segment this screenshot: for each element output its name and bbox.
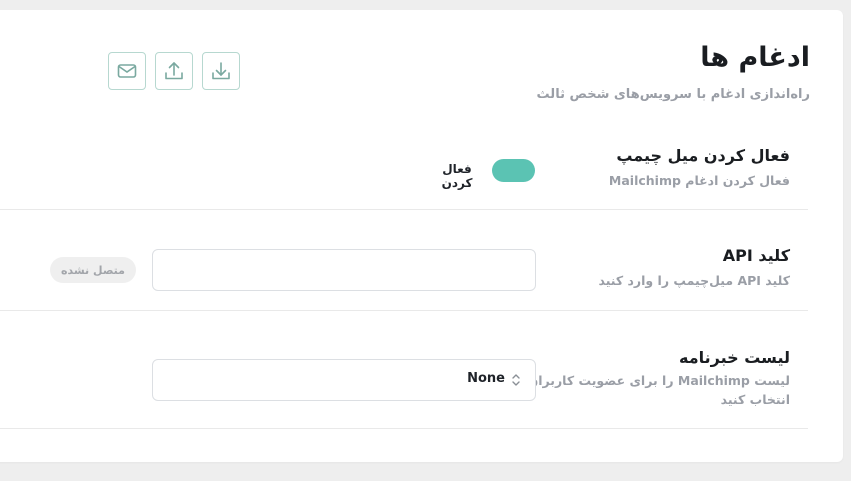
chevron-up-down-icon (511, 372, 521, 392)
page-title: ادغام ها (700, 42, 810, 73)
download-icon (212, 62, 230, 80)
enable-mailchimp-toggle[interactable] (492, 159, 535, 182)
enable-mailchimp-description: فعال کردن ادغام Mailchimp (608, 173, 790, 188)
select-value: None (467, 371, 505, 386)
download-button[interactable] (202, 52, 240, 90)
upload-icon (165, 62, 183, 80)
api-key-input[interactable] (152, 249, 536, 291)
toggle-label: فعال کردن (441, 162, 473, 190)
divider (0, 428, 808, 429)
api-key-description: کلید API میل‌چیمپ را وارد کنید (598, 273, 790, 288)
status-badge: متصل نشده (50, 257, 136, 283)
newsletter-list-select[interactable]: None (152, 359, 536, 401)
api-key-title: کلید API (722, 246, 790, 265)
enable-mailchimp-title: فعال کردن میل چیمپ (616, 146, 790, 165)
integrations-card: ادغام ها راه‌اندازی ادغام با سرویس‌های ش… (0, 10, 843, 462)
newsletter-list-description: لیست Mailchimp را برای عضویت کاربران انت… (528, 371, 790, 409)
newsletter-description-line2: انتخاب کنید (720, 392, 790, 407)
divider (0, 310, 808, 311)
mail-icon (117, 64, 137, 78)
upload-button[interactable] (155, 52, 193, 90)
email-button[interactable] (108, 52, 146, 90)
divider (0, 209, 808, 210)
newsletter-list-title: لیست خبرنامه (679, 348, 790, 367)
newsletter-description-line1: لیست Mailchimp را برای عضویت کاربران (527, 373, 790, 388)
page-subtitle: راه‌اندازی ادغام با سرویس‌های شخص ثالث (536, 87, 810, 102)
